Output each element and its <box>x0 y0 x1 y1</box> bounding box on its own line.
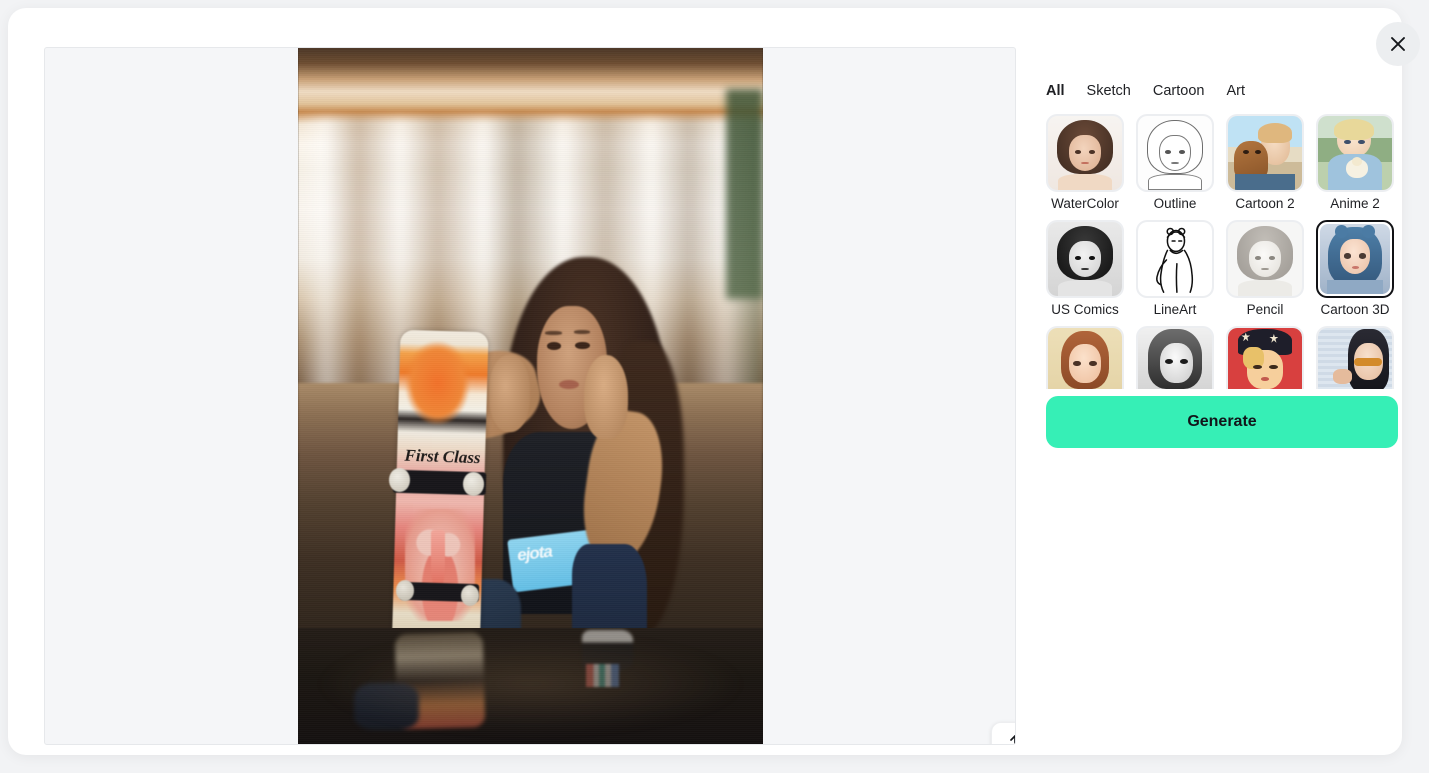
upload-icon <box>1005 733 1015 744</box>
tab-sketch[interactable]: Sketch <box>1087 83 1131 99</box>
style-thumbnail <box>1046 326 1124 389</box>
style-label: Anime 2 <box>1330 196 1380 211</box>
style-option-row3-2[interactable] <box>1136 326 1214 389</box>
style-thumbnail <box>1226 326 1304 389</box>
image-canvas[interactable]: ejota First Class <box>44 47 1016 745</box>
style-option-row3-4[interactable] <box>1316 326 1394 389</box>
style-thumbnail <box>1046 114 1124 192</box>
style-option-watercolor[interactable]: WaterColor <box>1046 114 1124 212</box>
style-thumbnail-selected <box>1316 220 1394 298</box>
style-option-lineart[interactable]: LineArt <box>1136 220 1214 318</box>
style-label: Cartoon 3D <box>1320 302 1390 317</box>
style-thumbnail <box>1046 220 1124 298</box>
category-tabs: All Sketch Cartoon Art <box>1046 80 1398 102</box>
close-icon <box>1389 35 1407 53</box>
style-thumbnail <box>1226 114 1304 192</box>
style-option-us-comics[interactable]: US Comics <box>1046 220 1124 318</box>
generate-button[interactable]: Generate <box>1046 396 1398 448</box>
upload-button[interactable] <box>991 722 1015 744</box>
style-label: US Comics <box>1051 302 1119 317</box>
style-option-cartoon-2[interactable]: Cartoon 2 <box>1226 114 1304 212</box>
tab-cartoon[interactable]: Cartoon <box>1153 83 1205 99</box>
style-option-row3-1[interactable] <box>1046 326 1124 389</box>
style-thumbnail <box>1316 114 1394 192</box>
style-label: Cartoon 2 <box>1235 196 1295 211</box>
style-option-anime-2[interactable]: Anime 2 <box>1316 114 1394 212</box>
style-thumbnail <box>1316 326 1394 389</box>
tab-all[interactable]: All <box>1046 83 1065 99</box>
style-thumbnail <box>1226 220 1304 298</box>
source-photo: ejota First Class <box>298 48 763 744</box>
style-option-pencil[interactable]: Pencil <box>1226 220 1304 318</box>
style-grid: WaterColor Outline Cartoon 2 Anime 2 US … <box>1046 114 1398 389</box>
style-transfer-modal: ejota First Class All Sketch Cartoon Art… <box>8 8 1420 755</box>
style-thumbnail <box>1136 220 1214 298</box>
close-button[interactable] <box>1376 22 1420 66</box>
style-list-scroll[interactable]: WaterColor Outline Cartoon 2 Anime 2 US … <box>1046 114 1398 389</box>
style-option-row3-3[interactable] <box>1226 326 1304 389</box>
style-label: WaterColor <box>1051 196 1119 211</box>
style-label: LineArt <box>1153 302 1197 317</box>
style-label: Outline <box>1153 196 1197 211</box>
style-thumbnail <box>1136 114 1214 192</box>
style-option-cartoon-3d[interactable]: Cartoon 3D <box>1316 220 1394 318</box>
style-label: Pencil <box>1246 302 1284 317</box>
tab-art[interactable]: Art <box>1226 83 1245 99</box>
style-option-outline[interactable]: Outline <box>1136 114 1214 212</box>
style-thumbnail <box>1136 326 1214 389</box>
